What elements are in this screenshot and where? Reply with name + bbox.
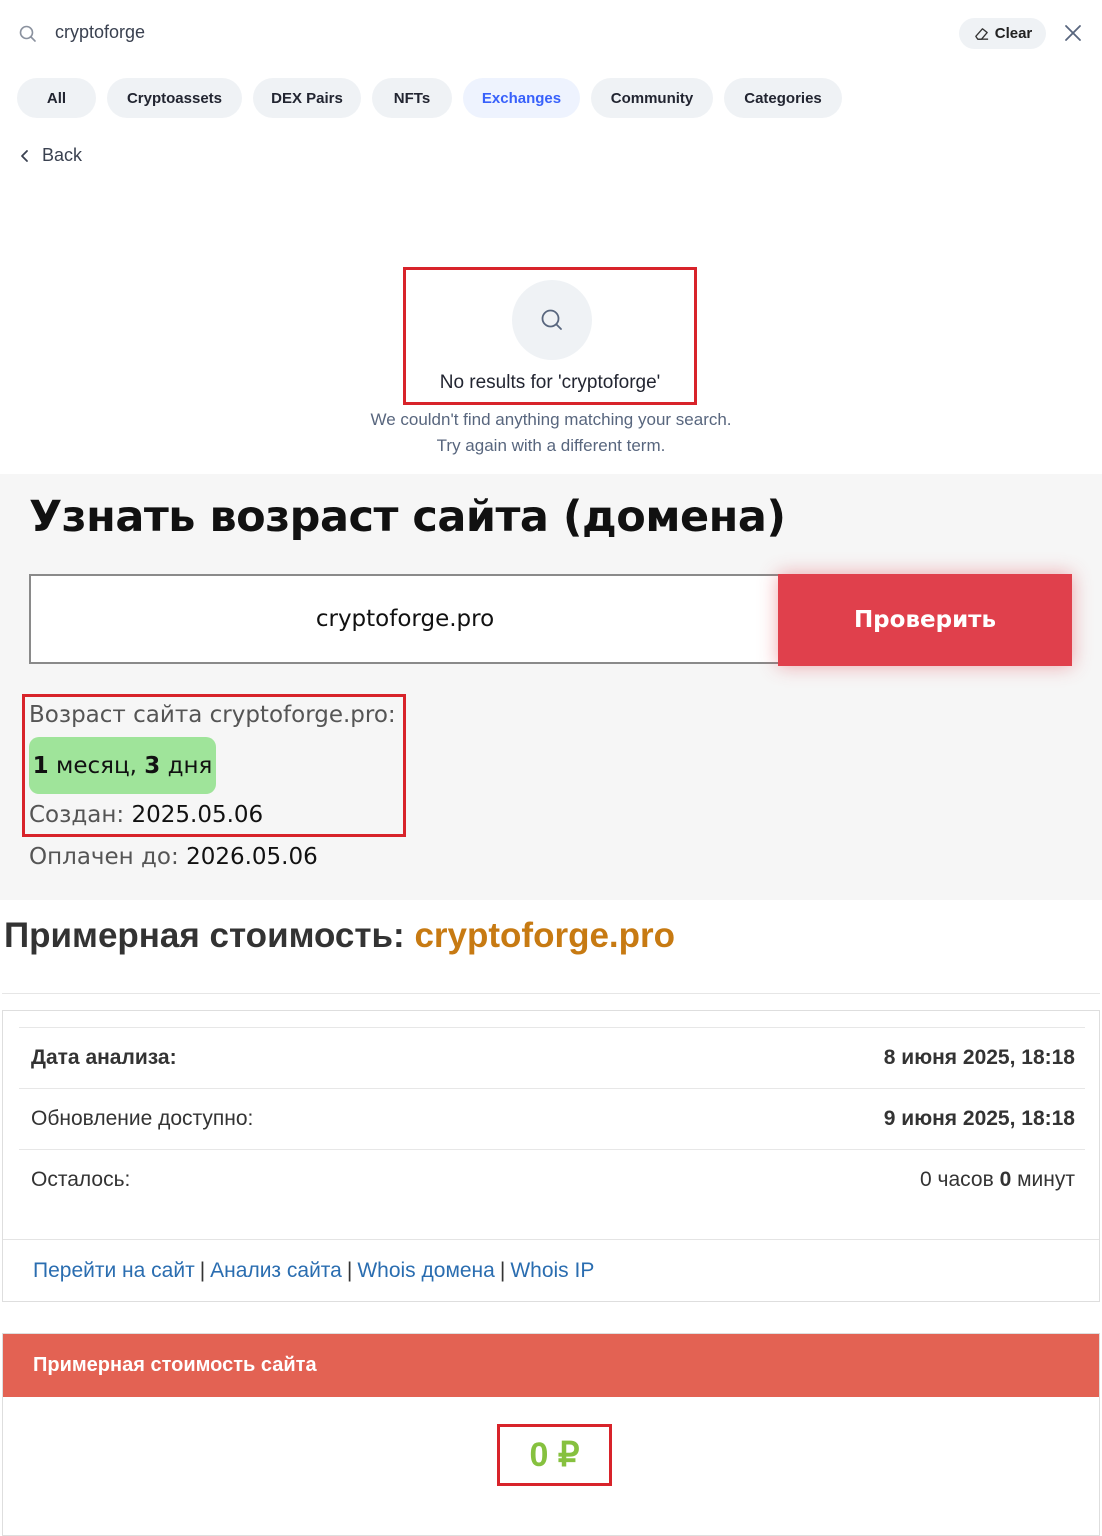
separator: | — [346, 1259, 353, 1282]
site-cost-card: Примерная стоимость сайта 0 ₽ — [2, 1333, 1100, 1536]
domain-age-panel: Узнать возраст сайта (домена) cryptoforg… — [0, 474, 1102, 900]
remaining-value: 0 часов 0 минут — [920, 1168, 1075, 1192]
paid-until-row: Оплачен до: 2026.05.06 — [29, 844, 318, 870]
created-value: 2025.05.06 — [131, 802, 264, 828]
clear-label: Clear — [994, 25, 1033, 42]
eraser-icon — [974, 28, 988, 40]
separator: | — [199, 1259, 206, 1282]
search-panel: cryptoforge Clear All Cryptoassets DEX P… — [0, 0, 1102, 472]
tab-dex-pairs[interactable]: DEX Pairs — [253, 78, 361, 118]
analysis-info-panel: Дата анализа: 8 июня 2025, 18:18 Обновле… — [2, 1010, 1100, 1302]
update-available-row: Обновление доступно: 9 июня 2025, 18:18 — [19, 1088, 1085, 1149]
empty-state-illustration — [512, 280, 592, 360]
tab-cryptoassets[interactable]: Cryptoassets — [107, 78, 242, 118]
link-whois-domain[interactable]: Whois домена — [357, 1259, 495, 1283]
created-label: Создан: — [29, 802, 125, 828]
tab-exchanges[interactable]: Exchanges — [463, 78, 580, 118]
remaining-label: Осталось: — [31, 1168, 131, 1191]
divider — [2, 993, 1100, 994]
paid-until-label: Оплачен до: — [29, 844, 179, 870]
clear-button[interactable]: Clear — [959, 18, 1046, 49]
remaining-hours-number: 0 — [920, 1168, 932, 1191]
age-days-word: дня — [167, 752, 213, 779]
created-row: Создан: 2025.05.06 — [29, 802, 263, 828]
link-go-to-site[interactable]: Перейти на сайт — [33, 1259, 195, 1283]
tab-nfts[interactable]: NFTs — [372, 78, 452, 118]
paid-until-value: 2026.05.06 — [186, 844, 318, 870]
search-category-tabs: All Cryptoassets DEX Pairs NFTs Exchange… — [17, 78, 842, 118]
age-label: Возраст сайта cryptoforge.pro: — [29, 702, 396, 728]
link-whois-ip[interactable]: Whois IP — [510, 1259, 594, 1283]
site-links: Перейти на сайт | Анализ сайта | Whois д… — [3, 1239, 1099, 1302]
empty-state-hint: Try again with a different term. — [436, 436, 666, 455]
back-link[interactable]: Back — [18, 145, 82, 166]
analysis-date-value: 8 июня 2025, 18:18 — [883, 1046, 1075, 1069]
update-available-label: Обновление доступно: — [31, 1107, 254, 1130]
age-months-word: месяц, — [55, 752, 137, 779]
search-icon — [541, 309, 562, 330]
update-available-value: 9 июня 2025, 18:18 — [883, 1107, 1075, 1130]
check-button[interactable]: Проверить — [778, 574, 1072, 666]
age-badge: 1 месяц, 3 дня — [29, 737, 216, 794]
age-days-number: 3 — [144, 752, 161, 779]
separator: | — [499, 1259, 506, 1282]
close-icon[interactable] — [1062, 22, 1084, 44]
tab-all[interactable]: All — [17, 78, 96, 118]
link-site-analysis[interactable]: Анализ сайта — [210, 1259, 342, 1283]
domain-input[interactable]: cryptoforge.pro — [29, 574, 781, 664]
value-title-domain: cryptoforge.pro — [414, 916, 676, 955]
analysis-date-row: Дата анализа: 8 июня 2025, 18:18 — [19, 1027, 1085, 1088]
remaining-minutes-number: 0 — [999, 1168, 1012, 1191]
value-title-prefix: Примерная стоимость: — [4, 916, 405, 955]
empty-state-hint: We couldn't find anything matching your … — [370, 410, 732, 429]
site-cost-header: Примерная стоимость сайта — [3, 1334, 1099, 1397]
age-months-number: 1 — [32, 752, 49, 779]
analysis-date-label: Дата анализа: — [31, 1046, 177, 1069]
search-bar: cryptoforge Clear — [0, 0, 1102, 68]
remaining-minutes-word: минут — [1017, 1168, 1075, 1191]
site-value-panel: Примерная стоимость: cryptoforge.pro Дат… — [0, 900, 1102, 1536]
site-cost-value: 0 ₽ — [497, 1424, 612, 1486]
tab-categories[interactable]: Categories — [724, 78, 842, 118]
search-icon — [19, 25, 36, 42]
remaining-hours-word: часов — [937, 1168, 994, 1191]
no-results-message: No results for 'cryptoforge' — [439, 372, 661, 393]
value-title: Примерная стоимость: cryptoforge.pro — [4, 916, 675, 956]
search-input[interactable]: cryptoforge — [55, 22, 145, 43]
remaining-row: Осталось: 0 часов 0 минут — [19, 1149, 1085, 1210]
back-label: Back — [42, 145, 83, 165]
tab-community[interactable]: Community — [591, 78, 713, 118]
page-title: Узнать возраст сайта (домена) — [29, 492, 786, 542]
chevron-left-icon — [21, 149, 28, 162]
